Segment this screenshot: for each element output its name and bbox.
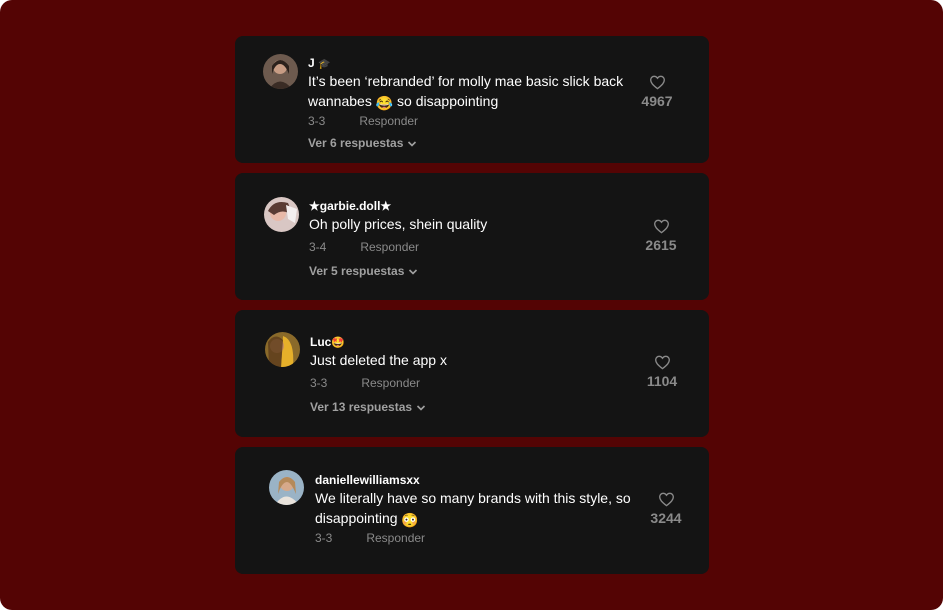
comment-date: 3-4 xyxy=(309,240,327,254)
comment-card: ★garbie.doll★ Oh polly prices, shein qua… xyxy=(235,173,709,300)
avatar[interactable] xyxy=(264,197,299,232)
avatar[interactable] xyxy=(265,332,300,367)
comment-date: 3-3 xyxy=(310,376,328,390)
comment-text: Just deleted the app x xyxy=(310,352,447,368)
comment-meta: 3-3 Responder xyxy=(308,114,418,128)
view-replies-button[interactable]: Ver 13 respuestas xyxy=(310,400,426,414)
avatar-image xyxy=(263,54,298,89)
avatar-image xyxy=(264,197,299,232)
comment-username[interactable]: Luc🤩 xyxy=(310,335,345,349)
view-replies-button[interactable]: Ver 5 respuestas xyxy=(309,264,418,278)
comment-username[interactable]: daniellewilliamsxx xyxy=(315,473,420,487)
avatar-image xyxy=(269,470,304,505)
comment-text: It’s been ‘rebranded’ for molly mae basi… xyxy=(308,73,624,111)
like-button[interactable]: 2615 xyxy=(636,219,686,255)
chevron-down-icon xyxy=(417,405,426,411)
star-eyes-emoji: 🤩 xyxy=(331,337,346,349)
comment-card: J 🎓 It’s been ‘rebranded’ for molly mae … xyxy=(235,36,709,163)
like-count: 2615 xyxy=(645,237,677,253)
comment-text: Oh polly prices, shein quality xyxy=(309,216,488,232)
comment-date: 3-3 xyxy=(308,114,326,128)
avatar-image xyxy=(265,332,300,367)
reply-button[interactable]: Responder xyxy=(360,240,419,254)
heart-outline-icon[interactable] xyxy=(658,492,675,507)
heart-outline-icon[interactable] xyxy=(653,219,670,234)
comment-date: 3-3 xyxy=(315,531,333,545)
avatar[interactable] xyxy=(263,54,298,89)
chevron-down-icon xyxy=(409,269,418,275)
laughing-emoji: 😂 xyxy=(375,95,394,111)
reply-button[interactable]: Responder xyxy=(366,531,425,545)
view-replies-button[interactable]: Ver 6 respuestas xyxy=(308,136,417,150)
comment-card: Luc🤩 Just deleted the app x 3-3 Responder… xyxy=(235,310,709,437)
avatar[interactable] xyxy=(269,470,304,505)
like-button[interactable]: 1104 xyxy=(637,355,687,391)
reply-button[interactable]: Responder xyxy=(359,114,418,128)
username-badge: 🎓 xyxy=(318,59,331,70)
like-button[interactable]: 3244 xyxy=(641,492,691,528)
heart-outline-icon[interactable] xyxy=(649,75,666,90)
chevron-down-icon xyxy=(408,141,417,147)
comment-text: We literally have so many brands with th… xyxy=(315,490,631,528)
flushed-emoji: 😳 xyxy=(401,512,419,528)
like-count: 3244 xyxy=(650,510,682,526)
heart-outline-icon[interactable] xyxy=(654,355,671,370)
like-count: 1104 xyxy=(646,373,678,389)
like-count: 4967 xyxy=(641,93,673,109)
comment-username[interactable]: J 🎓 xyxy=(308,56,330,70)
like-button[interactable]: 4967 xyxy=(632,75,682,111)
comment-meta: 3-3 Responder xyxy=(310,376,420,390)
comment-meta: 3-4 Responder xyxy=(309,240,419,254)
comment-meta: 3-3 Responder xyxy=(315,531,425,545)
page-background: J 🎓 It’s been ‘rebranded’ for molly mae … xyxy=(0,0,943,610)
comment-card: daniellewilliamsxx We literally have so … xyxy=(235,447,709,574)
comment-username[interactable]: ★garbie.doll★ xyxy=(309,199,391,213)
reply-button[interactable]: Responder xyxy=(361,376,420,390)
